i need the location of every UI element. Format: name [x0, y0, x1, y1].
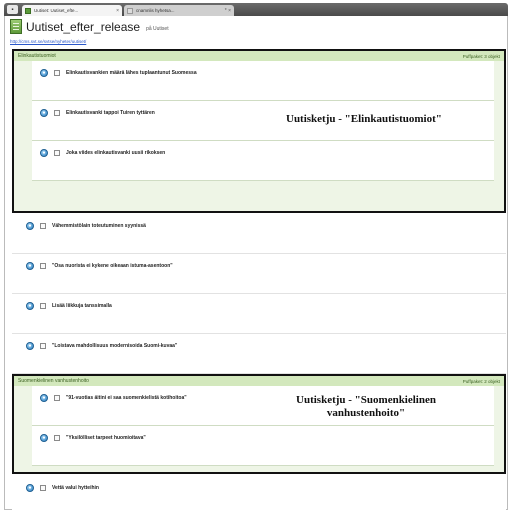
item-checkbox[interactable] — [40, 263, 46, 269]
group-header[interactable]: Suomenkielinen vanhustenhoito Puffpaket:… — [14, 376, 504, 386]
group-annotation: Uutisketju - "Suomenkielinen vanhustenho… — [276, 394, 456, 420]
annotation-line: Uutisketju - "Suomenkielinen — [296, 394, 436, 406]
item-checkbox[interactable] — [54, 395, 60, 401]
item-title[interactable]: "Loistava mahdollisuus modernisoida Suom… — [52, 343, 177, 349]
list-item[interactable]: ● "Osa nuorista ei kykene oikeaan istuma… — [12, 254, 506, 294]
globe-icon[interactable]: ● — [40, 69, 48, 77]
item-checkbox[interactable] — [40, 485, 46, 491]
page-header: Uutiset_efter_release på Uutiset — [10, 19, 169, 34]
group-title: Suomenkielinen vanhustenhoito — [18, 378, 89, 384]
group-suomenkielinen-vanhustenhoito: Suomenkielinen vanhustenhoito Puffpaket:… — [12, 374, 506, 474]
list-item[interactable]: ● Lisää liikkuja tanssimalla — [12, 294, 506, 334]
list-item[interactable]: ● Joka viides elinkautisvanki uusii riko… — [32, 141, 494, 181]
globe-icon[interactable]: ● — [26, 262, 34, 270]
list-item[interactable]: ● "Yksilölliset tarpeet huomioitava" — [32, 426, 494, 466]
tab-uutiset[interactable]: Uutiset: Uutiset_efte... × — [22, 5, 122, 16]
tab-second[interactable]: cnamnlis hyhetsa... * × — [124, 5, 234, 16]
globe-icon[interactable]: ● — [40, 109, 48, 117]
item-checkbox[interactable] — [54, 150, 60, 156]
item-row: ● Elinkautisvankien määrä lähes tuplaant… — [40, 69, 197, 77]
tab-close-icon[interactable]: * × — [225, 8, 231, 14]
item-title[interactable]: Joka viides elinkautisvanki uusii rikoks… — [66, 150, 165, 156]
item-row: ● Vähemmistölain toteutuminen syynissä — [26, 222, 146, 230]
item-row: ● "91-vuotias äitini ei saa suomenkielis… — [40, 394, 187, 402]
list-item[interactable]: ● Vähemmistölain toteutuminen syynissä — [12, 214, 506, 254]
globe-icon[interactable]: ● — [26, 222, 34, 230]
browser-menu-icon[interactable]: ▪ — [7, 5, 18, 14]
globe-icon[interactable]: ● — [40, 149, 48, 157]
group-title: Elinkautistuomiot — [18, 53, 56, 59]
globe-icon[interactable]: ● — [26, 302, 34, 310]
page-title: Uutiset_efter_release — [26, 20, 141, 34]
item-checkbox[interactable] — [40, 223, 46, 229]
list-item[interactable]: ● Elinkautisvankien määrä lähes tuplaant… — [32, 61, 494, 101]
item-title[interactable]: "Osa nuorista ei kykene oikeaan istuma-a… — [52, 263, 173, 269]
item-checkbox[interactable] — [40, 303, 46, 309]
item-checkbox[interactable] — [54, 435, 60, 441]
tab-close-icon[interactable]: × — [116, 8, 119, 14]
item-row: ● Lisää liikkuja tanssimalla — [26, 302, 112, 310]
page-favicon-icon — [25, 7, 31, 14]
tab-label: cnamnlis hyhetsa... — [136, 8, 175, 13]
group-count: Puffpaket: 3 objekt — [462, 53, 500, 59]
tab-label: Uutiset: Uutiset_efte... — [34, 8, 79, 13]
page-url-link[interactable]: http://cms.svt.se/svtse/nyheter/uutiset/ — [10, 39, 86, 44]
list-item[interactable]: ● "Loistava mahdollisuus modernisoida Su… — [12, 334, 506, 374]
page-title-suffix: på Uutiset — [146, 26, 169, 32]
item-title[interactable]: Vettä valui hytteihin — [52, 485, 99, 491]
list-item[interactable]: ● Vettä valui hytteihin — [12, 476, 506, 510]
item-checkbox[interactable] — [54, 110, 60, 116]
globe-icon[interactable]: ● — [40, 394, 48, 402]
item-row: ● Joka viides elinkautisvanki uusii riko… — [40, 149, 165, 157]
item-row: ● Elinkautisvanki tappoi Tuiren tyttären — [40, 109, 155, 117]
globe-icon[interactable]: ● — [26, 484, 34, 492]
item-checkbox[interactable] — [54, 70, 60, 76]
document-icon — [10, 19, 22, 34]
item-title[interactable]: Elinkautisvanki tappoi Tuiren tyttären — [66, 110, 155, 116]
item-title[interactable]: "Yksilölliset tarpeet huomioitava" — [66, 435, 146, 441]
globe-icon[interactable]: ● — [26, 342, 34, 350]
item-row: ● Vettä valui hytteihin — [26, 484, 99, 492]
globe-icon[interactable]: ● — [40, 434, 48, 442]
group-header[interactable]: Elinkautistuomiot Puffpaket: 3 objekt — [14, 51, 504, 61]
group-count: Puffpaket: 2 objekt — [462, 378, 500, 384]
item-row: ● "Yksilölliset tarpeet huomioitava" — [40, 434, 146, 442]
item-title[interactable]: Lisää liikkuja tanssimalla — [52, 303, 112, 309]
item-title[interactable]: Elinkautisvankien määrä lähes tuplaantun… — [66, 70, 197, 76]
item-checkbox[interactable] — [40, 343, 46, 349]
item-title[interactable]: "91-vuotias äitini ei saa suomenkielistä… — [66, 395, 187, 401]
item-row: ● "Osa nuorista ei kykene oikeaan istuma… — [26, 262, 173, 270]
page-favicon-icon — [127, 7, 133, 14]
group-elinkautistuomiot: Elinkautistuomiot Puffpaket: 3 objekt ● … — [12, 49, 506, 213]
group-annotation: Uutisketju - "Elinkautistuomiot" — [286, 113, 442, 125]
item-row: ● "Loistava mahdollisuus modernisoida Su… — [26, 342, 177, 350]
browser-tab-bar: ▪ Uutiset: Uutiset_efte... × cnamnlis hy… — [4, 3, 508, 16]
annotation-line: vanhustenhoito" — [326, 407, 406, 419]
item-title[interactable]: Vähemmistölain toteutuminen syynissä — [52, 223, 146, 229]
